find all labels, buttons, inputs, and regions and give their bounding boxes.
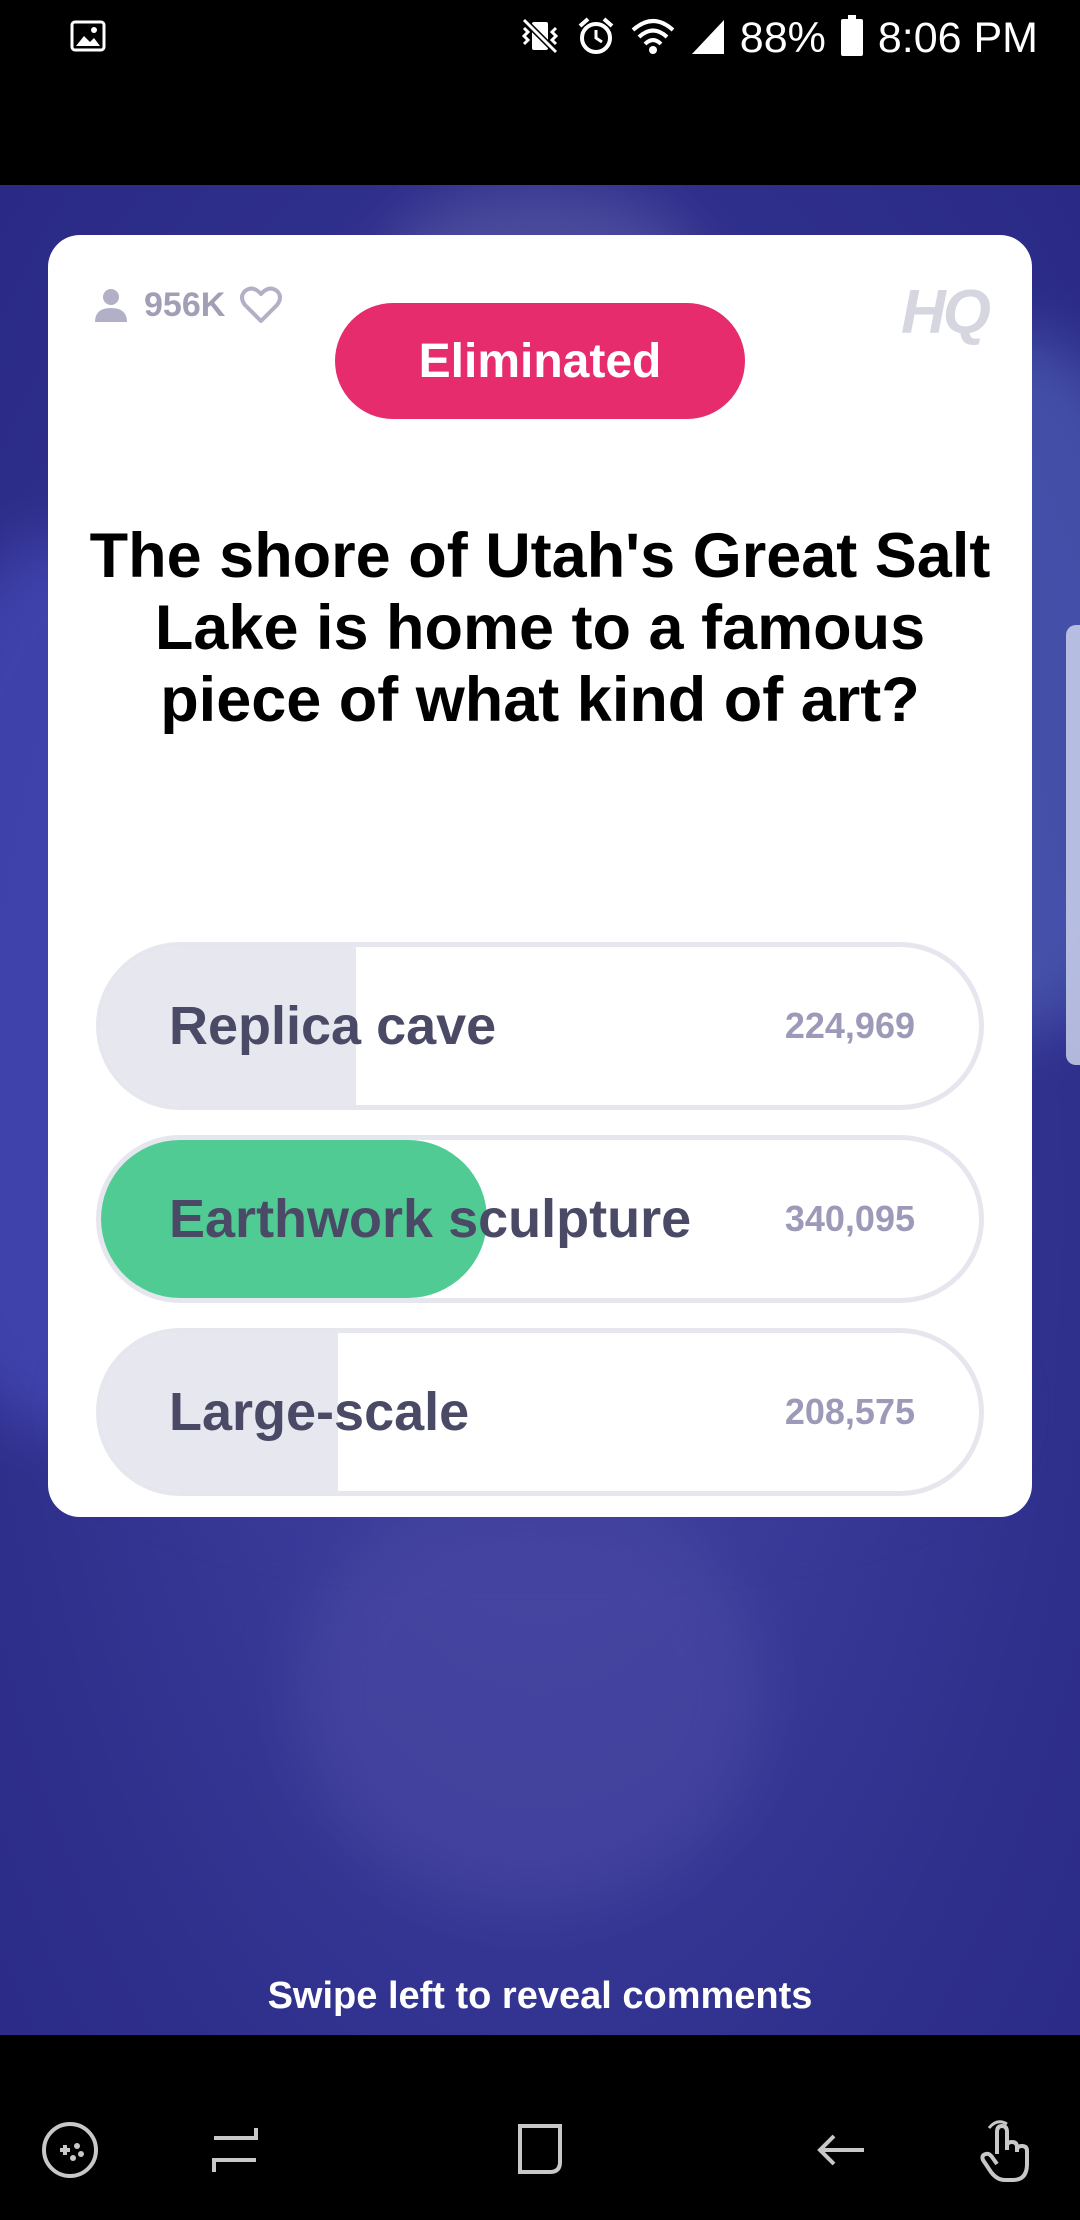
- viewer-count: 956K: [144, 285, 226, 324]
- back-icon[interactable]: [812, 2120, 872, 2185]
- question-card: 956K HQ Eliminated The shore of Utah's G…: [48, 235, 1032, 1517]
- question-text: The shore of Utah's Great Salt Lake is h…: [89, 521, 991, 735]
- answer-label: Large-scale: [169, 1382, 470, 1442]
- hq-logo: HQ: [901, 278, 991, 347]
- answer-count: 340,095: [784, 1198, 915, 1239]
- status-bar: 88% 8:06 PM: [0, 0, 1080, 185]
- clock: 8:06 PM: [877, 13, 1038, 62]
- background-shape: [300, 1485, 760, 1905]
- answer-label: Replica cave: [169, 996, 497, 1056]
- game-launcher-icon[interactable]: [40, 2120, 100, 2185]
- answer-label: Earthwork sculpture: [169, 1189, 692, 1249]
- swipe-hint: Swipe left to reveal comments: [267, 1975, 813, 2017]
- answer-option[interactable]: Replica cave 224,969: [96, 942, 984, 1110]
- comments-drawer-handle[interactable]: [1066, 625, 1080, 1065]
- answer-count: 224,969: [784, 1005, 915, 1046]
- battery-percent: 88%: [739, 13, 826, 62]
- gallery-icon: [70, 18, 106, 59]
- answer-option[interactable]: Large-scale 208,575: [96, 1328, 984, 1496]
- alarm-icon: [576, 16, 616, 61]
- viewer-counter: 956K: [92, 285, 283, 325]
- signal-icon: [690, 16, 726, 61]
- mute-vibrate-icon: [518, 16, 562, 61]
- home-icon[interactable]: [510, 2120, 570, 2185]
- game-stage[interactable]: 956K HQ Eliminated The shore of Utah's G…: [0, 185, 1080, 2035]
- heart-icon[interactable]: [239, 285, 283, 325]
- answer-option-correct[interactable]: Earthwork sculpture 340,095: [96, 1135, 984, 1303]
- wifi-icon: [630, 16, 676, 61]
- answer-count: 208,575: [784, 1391, 915, 1432]
- navigation-bar: [0, 2035, 1080, 2220]
- recent-apps-icon[interactable]: [208, 2120, 264, 2185]
- gesture-icon[interactable]: [975, 2120, 1041, 2191]
- battery-icon: [840, 14, 864, 62]
- eliminated-badge: Eliminated: [335, 303, 745, 419]
- person-icon: [95, 289, 127, 322]
